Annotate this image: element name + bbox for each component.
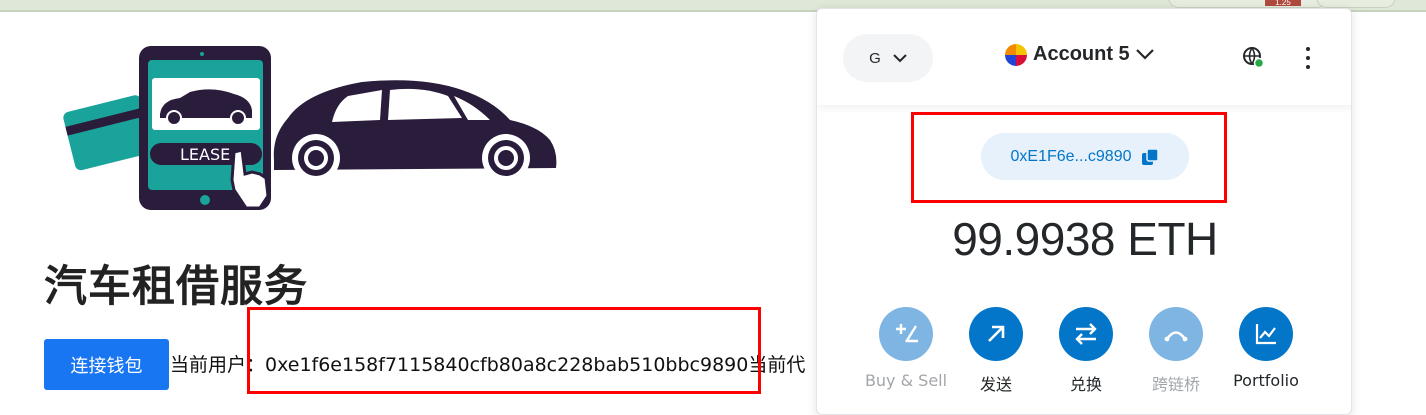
profile-pill[interactable] [1316, 0, 1396, 8]
highlight-box-wallet-address [911, 112, 1227, 203]
eth-balance: 99.9938 ETH [952, 213, 1218, 265]
network-picker-button[interactable]: G [843, 34, 933, 82]
highlight-box-user-address [247, 307, 761, 394]
portfolio-button[interactable]: Portfolio [1221, 307, 1311, 390]
plus-minus-icon [896, 324, 918, 343]
chevron-down-icon [893, 53, 907, 62]
swap-label: 兑换 [1069, 375, 1102, 394]
account-picker-button[interactable]: Account 5 [1005, 43, 1154, 66]
swap-button[interactable]: 兑换 [1041, 307, 1131, 395]
bridge-label: 跨链桥 [1151, 375, 1200, 394]
account-avatar [1005, 43, 1027, 66]
connect-wallet-button[interactable]: 连接钱包 [44, 339, 169, 390]
account-name: Account 5 [1033, 43, 1130, 65]
address-bar-pill[interactable] [1168, 0, 1328, 8]
bridge-button[interactable]: 跨链桥 [1131, 307, 1221, 395]
chart-line-icon [1255, 324, 1276, 345]
send-button[interactable]: 发送 [951, 307, 1041, 395]
send-label: 发送 [979, 375, 1012, 394]
more-options-icon[interactable] [1303, 47, 1313, 69]
swap-arrows-icon [1075, 323, 1097, 345]
arrow-up-right-icon [988, 325, 1005, 342]
wallet-popup: G Account 5 0xE1F6e...c9890 99.9938 ETH [816, 8, 1352, 415]
chevron-down-icon [1135, 49, 1154, 60]
wallet-header: G Account 5 [817, 9, 1351, 105]
connected-sites-globe-icon[interactable] [1241, 45, 1265, 69]
bridge-icon [1164, 331, 1188, 342]
buy-sell-label: Buy & Sell [864, 371, 948, 390]
page-title: 汽车租借服务 [44, 262, 308, 312]
portfolio-label: Portfolio [1233, 371, 1299, 390]
car-lease-logo: LEASE [63, 46, 557, 210]
network-letter: G [869, 49, 881, 67]
logo-lease-text: LEASE [180, 145, 230, 164]
buy-sell-button[interactable]: Buy & Sell [861, 307, 951, 390]
extension-badge: 1.25 [1265, 0, 1301, 6]
